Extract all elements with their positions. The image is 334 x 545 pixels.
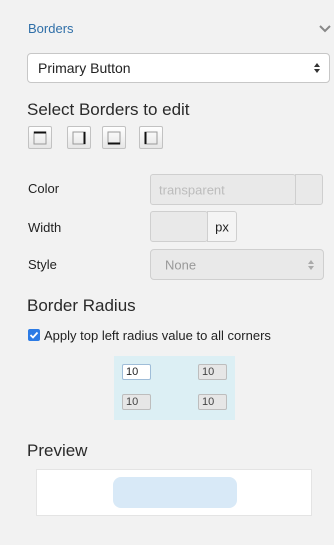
radius-editor: 10 10 10 10 — [114, 356, 235, 420]
top-border-button[interactable] — [28, 126, 52, 149]
width-unit-label: px — [215, 219, 229, 234]
apply-all-label[interactable]: Apply top left radius value to all corne… — [44, 328, 271, 343]
preview-area — [36, 469, 312, 516]
preview-title: Preview — [27, 441, 88, 460]
style-value: None — [165, 257, 197, 272]
select-arrows-icon — [314, 63, 320, 73]
color-label: Color — [28, 181, 60, 196]
preview-button — [113, 477, 237, 508]
style-label: Style — [28, 257, 57, 272]
width-label: Width — [28, 220, 62, 235]
select-arrows-icon — [308, 260, 314, 270]
checkmark-icon — [29, 331, 39, 339]
radius-top-left-input[interactable]: 10 — [122, 364, 151, 380]
right-border-icon — [72, 131, 86, 145]
color-input[interactable]: transparent — [150, 174, 296, 205]
left-border-button[interactable] — [139, 126, 163, 149]
width-unit: px — [207, 211, 237, 242]
button-type-select[interactable]: Primary Button — [27, 53, 330, 83]
color-swatch[interactable] — [295, 174, 323, 205]
chevron-down-icon[interactable] — [318, 22, 332, 34]
right-border-button[interactable] — [67, 126, 91, 149]
select-borders-title: Select Borders to edit — [27, 100, 190, 119]
radius-top-right-input: 10 — [198, 364, 227, 380]
radius-bottom-left-input: 10 — [122, 394, 151, 410]
left-border-icon — [144, 131, 158, 145]
style-select[interactable]: None — [150, 249, 324, 280]
apply-all-checkbox[interactable] — [28, 329, 40, 341]
bottom-border-button[interactable] — [102, 126, 126, 149]
button-type-value: Primary Button — [38, 60, 131, 76]
radius-bottom-right-input: 10 — [198, 394, 227, 410]
borders-panel: Borders Primary Button Select Borders to… — [0, 0, 334, 545]
section-title[interactable]: Borders — [28, 21, 74, 36]
bottom-border-icon — [107, 131, 121, 145]
color-placeholder: transparent — [159, 182, 225, 197]
border-radius-title: Border Radius — [27, 296, 136, 315]
width-input[interactable] — [150, 211, 208, 242]
top-border-icon — [33, 131, 47, 145]
